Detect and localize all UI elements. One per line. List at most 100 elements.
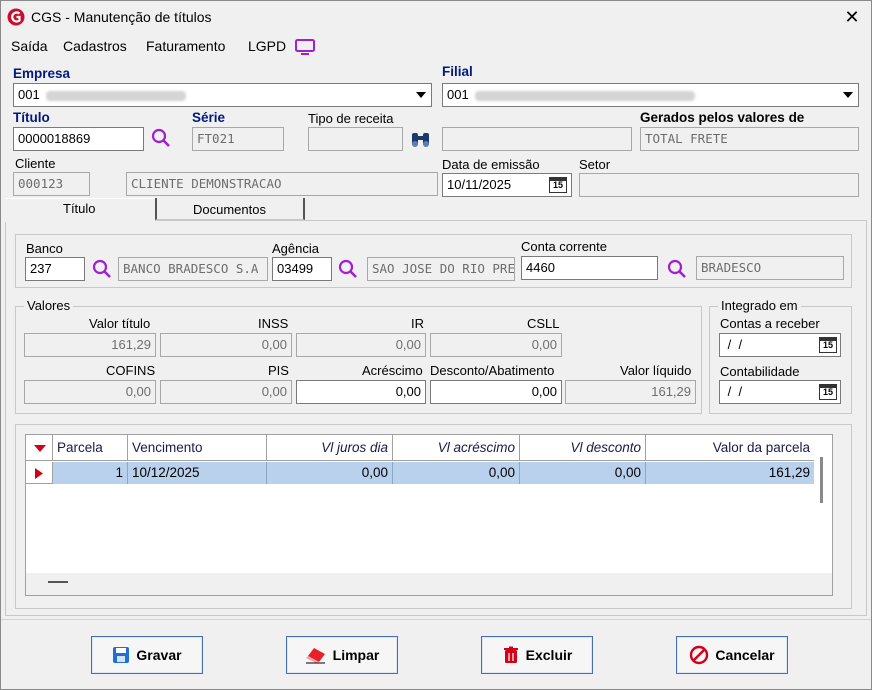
- tab-documentos-label: Documentos: [193, 202, 266, 217]
- menu-cadastros[interactable]: Cadastros: [63, 38, 127, 54]
- table-cell-desconto[interactable]: 0,00: [520, 462, 646, 484]
- col-desconto[interactable]: Vl desconto: [520, 435, 646, 461]
- horizontal-scrollbar[interactable]: [26, 573, 832, 595]
- menu-saida[interactable]: Saída: [11, 38, 48, 54]
- limpar-label: Limpar: [332, 647, 380, 663]
- ir-label: IR: [411, 316, 424, 331]
- gerados-label: Gerados pelos valores de: [640, 110, 805, 125]
- titulo-label: Título: [13, 110, 50, 125]
- vertical-scrollbar[interactable]: [820, 457, 823, 503]
- search-icon[interactable]: [337, 258, 359, 280]
- csll-label: CSLL: [527, 316, 560, 331]
- banco-name: BANCO BRADESCO S.A: [118, 257, 268, 281]
- grid-corner[interactable]: [26, 435, 53, 461]
- valor-titulo-label: Valor título: [89, 316, 151, 331]
- agencia-label: Agência: [272, 241, 319, 256]
- binoculars-icon[interactable]: [410, 129, 432, 149]
- setor-field: [579, 173, 859, 197]
- valor-titulo-field: 161,29: [24, 333, 156, 357]
- desconto-input[interactable]: 0,00: [430, 380, 562, 404]
- table-cell-vencimento[interactable]: 10/12/2025: [128, 462, 267, 484]
- cofins-field: 0,00: [24, 380, 156, 404]
- redacted-text: [45, 90, 186, 101]
- empresa-select[interactable]: 001: [13, 83, 432, 107]
- scrollbar-thumb[interactable]: [48, 581, 68, 583]
- titulo-input[interactable]: 0000018869: [13, 127, 144, 151]
- title-bar: CGS - Manutenção de títulos ✕: [1, 1, 871, 33]
- table-cell-parcela[interactable]: 1: [53, 462, 128, 484]
- table-cell-juros[interactable]: 0,00: [267, 462, 393, 484]
- save-icon: [113, 647, 130, 663]
- col-acrescimo[interactable]: Vl acréscimo: [393, 435, 520, 461]
- filial-code: 001: [447, 87, 469, 102]
- search-icon[interactable]: [91, 258, 113, 280]
- limpar-button[interactable]: Limpar: [286, 636, 398, 674]
- close-button[interactable]: ✕: [833, 3, 871, 31]
- inss-field: 0,00: [160, 333, 292, 357]
- liquido-field: 161,29: [565, 380, 696, 404]
- setor-label: Setor: [579, 157, 611, 172]
- row-pointer-icon: [35, 468, 43, 479]
- ir-field: 0,00: [296, 333, 426, 357]
- tab-documentos[interactable]: Documentos: [155, 198, 305, 220]
- calendar-icon[interactable]: 15: [549, 177, 567, 193]
- cliente-code: 000123: [13, 172, 90, 196]
- tab-titulo[interactable]: Título: [5, 198, 155, 222]
- serie-field: FT021: [192, 127, 284, 151]
- col-juros[interactable]: Vl juros dia: [267, 435, 393, 461]
- data-emissao-value: 10/11/2025: [447, 177, 512, 192]
- menu-faturamento[interactable]: Faturamento: [146, 38, 225, 54]
- acrescimo-label: Acréscimo: [362, 363, 423, 378]
- banco-input[interactable]: 237: [25, 257, 85, 281]
- contas-receber-label: Contas a receber: [720, 316, 820, 331]
- main-window: CGS - Manutenção de títulos ✕ Saída Cada…: [0, 0, 872, 690]
- conta-label: Conta corrente: [521, 239, 607, 254]
- menu-lgpd[interactable]: LGPD: [248, 38, 286, 54]
- acrescimo-input[interactable]: 0,00: [296, 380, 426, 404]
- excluir-button[interactable]: Excluir: [481, 636, 593, 674]
- trash-icon: [503, 646, 518, 663]
- calendar-icon[interactable]: 15: [819, 384, 837, 400]
- cliente-name: CLIENTE DEMONSTRACAO: [126, 172, 438, 196]
- agencia-input[interactable]: 03499: [272, 257, 332, 281]
- table-cell-acrescimo[interactable]: 0,00: [393, 462, 520, 484]
- empresa-label: Empresa: [13, 66, 71, 81]
- search-icon[interactable]: [666, 258, 688, 280]
- divider: [1, 619, 871, 620]
- monitor-icon[interactable]: [294, 38, 316, 56]
- chevron-down-icon[interactable]: [412, 85, 430, 105]
- cancelar-button[interactable]: Cancelar: [676, 636, 788, 674]
- calendar-icon[interactable]: 15: [819, 337, 837, 353]
- agencia-name: SAO JOSE DO RIO PRE: [367, 257, 515, 281]
- col-vencimento[interactable]: Vencimento: [128, 435, 267, 461]
- integrado-title: Integrado em: [718, 298, 801, 313]
- liquido-label: Valor líquido: [620, 363, 692, 378]
- redacted-text: [474, 90, 695, 101]
- app-logo-icon: [7, 8, 25, 26]
- gravar-button[interactable]: Gravar: [91, 636, 203, 674]
- empresa-code: 001: [18, 87, 40, 102]
- gravar-label: Gravar: [136, 647, 182, 663]
- search-icon[interactable]: [150, 127, 172, 149]
- chevron-down-icon[interactable]: [839, 85, 857, 105]
- cancelar-label: Cancelar: [715, 647, 775, 663]
- banco-label: Banco: [26, 241, 63, 256]
- inss-label: INSS: [258, 316, 289, 331]
- contabilidade-label: Contabilidade: [720, 364, 800, 379]
- col-parcela[interactable]: Parcela: [53, 435, 128, 461]
- gerados-field: TOTAL FRETE: [640, 127, 859, 151]
- filial-select[interactable]: 001: [442, 83, 859, 107]
- filial-label: Filial: [442, 64, 473, 79]
- cancel-icon: [690, 645, 709, 665]
- col-valor-parcela[interactable]: Valor da parcela: [646, 435, 814, 461]
- parcelas-grid[interactable]: Parcela Vencimento Vl juros dia Vl acrés…: [25, 434, 833, 596]
- row-indicator[interactable]: [26, 462, 53, 484]
- conta-input[interactable]: 4460: [521, 256, 658, 280]
- tipo-receita-field[interactable]: [308, 127, 403, 151]
- window-title: CGS - Manutenção de títulos: [31, 9, 212, 25]
- tab-titulo-label: Título: [63, 201, 96, 216]
- menu-bar: Saída Cadastros Faturamento LGPD: [1, 35, 871, 57]
- table-cell-valor[interactable]: 161,29: [646, 462, 814, 484]
- sort-down-icon: [34, 445, 46, 452]
- valores-title: Valores: [24, 298, 74, 313]
